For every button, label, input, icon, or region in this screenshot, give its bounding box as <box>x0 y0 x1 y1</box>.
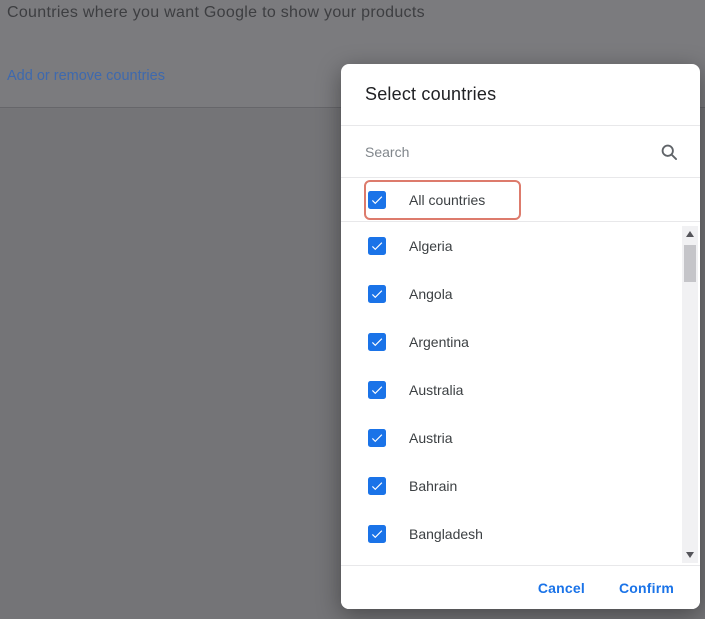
country-checkbox[interactable] <box>368 429 386 447</box>
country-checkbox[interactable] <box>368 477 386 495</box>
country-row-australia[interactable]: Australia <box>341 366 700 414</box>
search-input[interactable] <box>365 143 659 160</box>
scrollbar-thumb[interactable] <box>684 245 696 282</box>
country-list: Algeria Angola Argentina Australia Austr… <box>341 222 700 562</box>
list-scrollbar[interactable] <box>682 226 698 563</box>
country-checkbox[interactable] <box>368 381 386 399</box>
select-countries-dialog: Select countries All countries Algeria <box>341 64 700 609</box>
country-row-austria[interactable]: Austria <box>341 414 700 462</box>
confirm-button[interactable]: Confirm <box>617 574 676 602</box>
country-label: Australia <box>409 382 464 398</box>
search-icon[interactable] <box>659 142 679 162</box>
scrollbar-down-icon[interactable] <box>682 547 698 563</box>
country-row-bangladesh[interactable]: Bangladesh <box>341 510 700 558</box>
country-label: Bahrain <box>409 478 458 494</box>
scrollbar-up-icon[interactable] <box>682 226 698 242</box>
country-row-algeria[interactable]: Algeria <box>341 222 700 270</box>
search-row <box>341 126 700 178</box>
country-label: Bangladesh <box>409 526 483 542</box>
country-row-bahrain[interactable]: Bahrain <box>341 462 700 510</box>
all-countries-row[interactable]: All countries <box>341 178 700 222</box>
dialog-title: Select countries <box>365 84 497 104</box>
all-countries-checkbox[interactable] <box>368 190 386 209</box>
country-checkbox[interactable] <box>368 285 386 303</box>
country-label: Austria <box>409 430 453 446</box>
country-checkbox[interactable] <box>368 333 386 351</box>
cancel-button[interactable]: Cancel <box>536 574 587 602</box>
country-checkbox[interactable] <box>368 237 386 255</box>
dialog-footer: Cancel Confirm <box>341 565 700 609</box>
country-row-angola[interactable]: Angola <box>341 270 700 318</box>
add-or-remove-countries-link[interactable]: Add or remove countries <box>7 68 165 84</box>
page-title: Countries where you want Google to show … <box>7 4 425 21</box>
dialog-header: Select countries <box>341 64 700 126</box>
country-row-argentina[interactable]: Argentina <box>341 318 700 366</box>
all-countries-label: All countries <box>409 191 486 208</box>
country-label: Angola <box>409 286 453 302</box>
country-label: Argentina <box>409 334 469 350</box>
country-checkbox[interactable] <box>368 525 386 543</box>
country-label: Algeria <box>409 238 453 254</box>
